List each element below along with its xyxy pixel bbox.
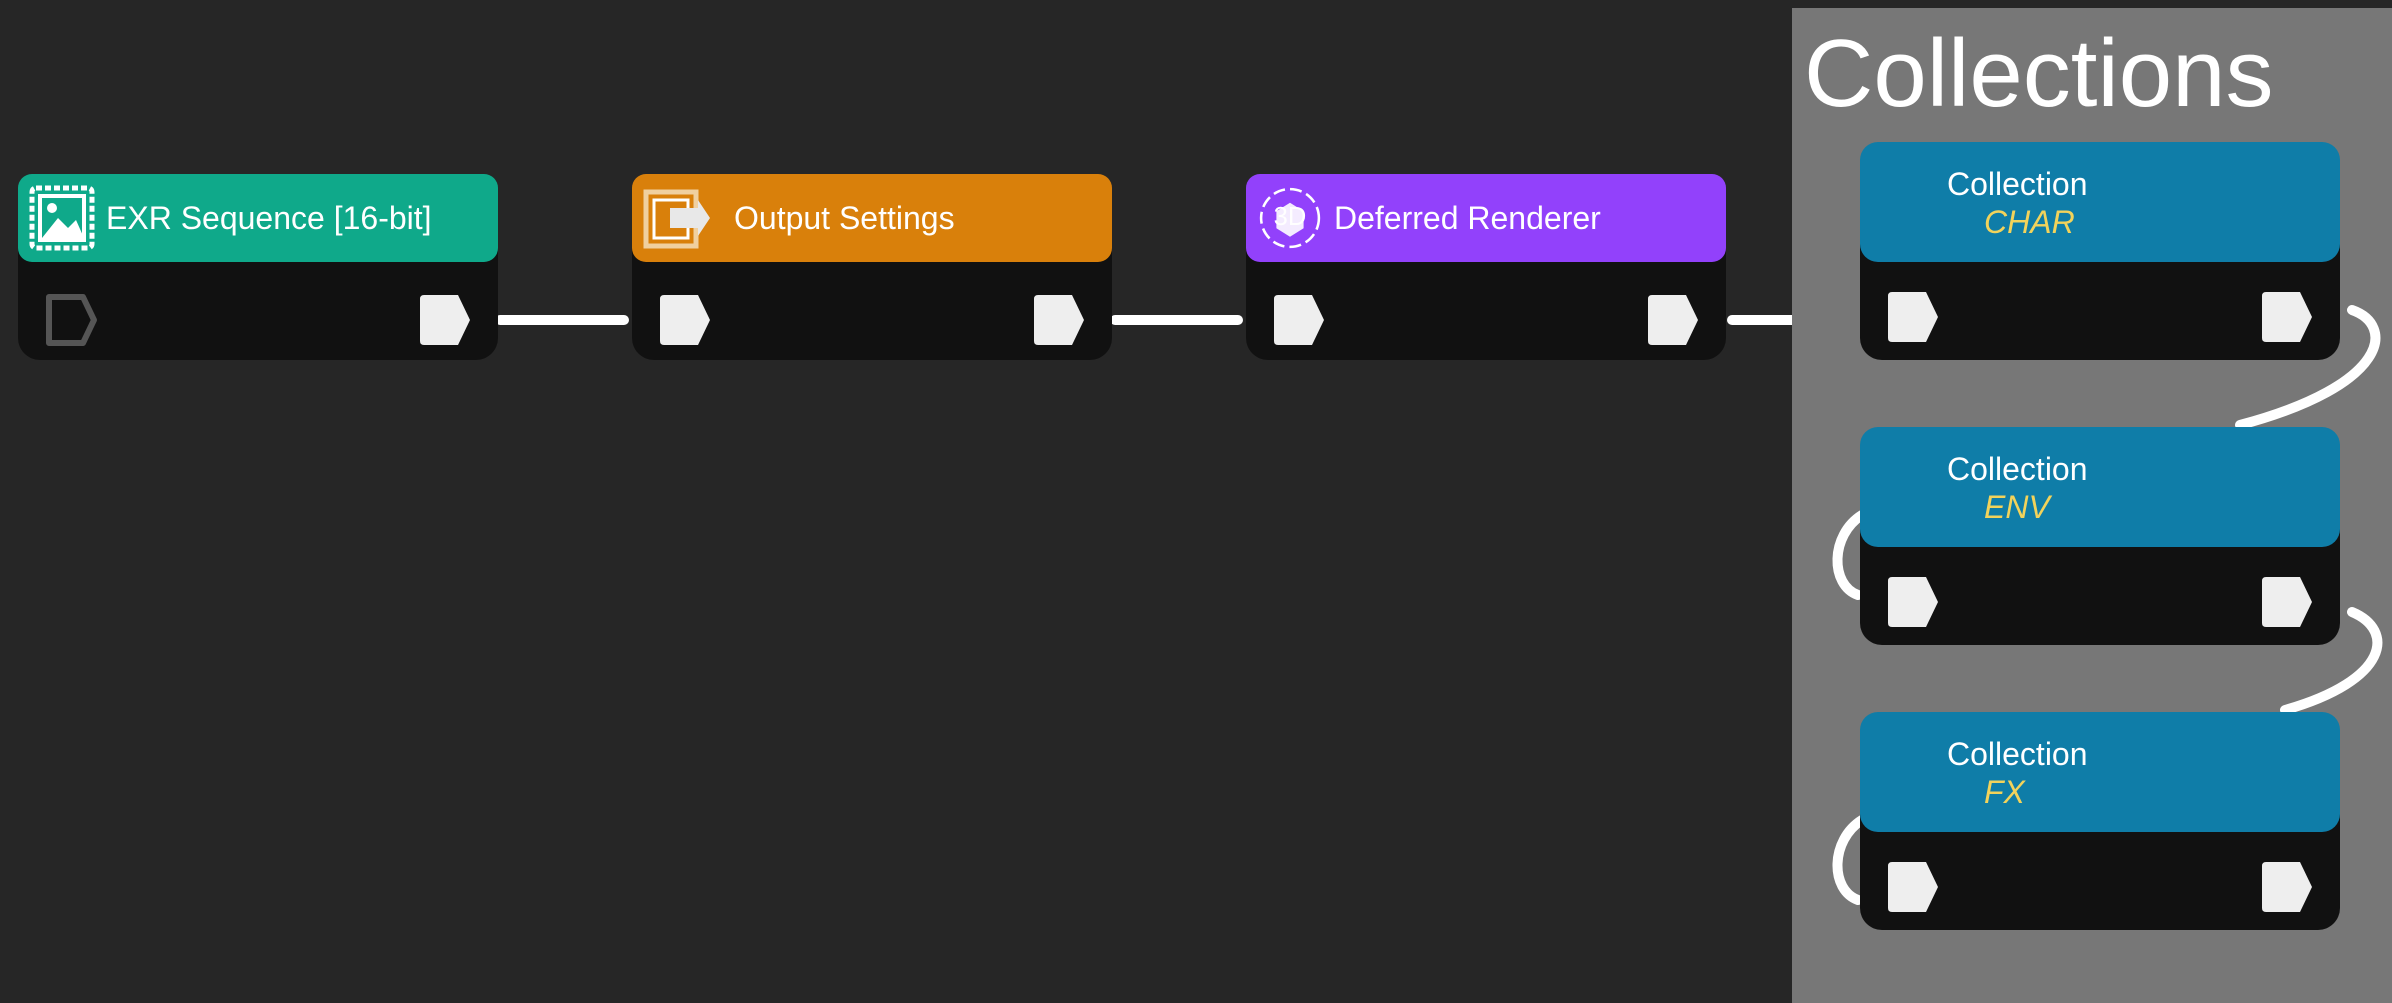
exr-sequence-input-port[interactable] <box>44 293 98 347</box>
collection-fx-input-port[interactable] <box>1886 860 1940 914</box>
collection-node-fx[interactable]: Collection FX <box>1860 712 2340 930</box>
deferred-renderer-input-port[interactable] <box>1272 293 1326 347</box>
image-icon <box>29 185 95 251</box>
collection-node-char-header[interactable]: Collection CHAR <box>1860 142 2340 262</box>
collection-label: Collection <box>1947 451 2088 487</box>
collection-char-input-port[interactable] <box>1886 290 1940 344</box>
collection-name: ENV <box>1984 489 2050 525</box>
collection-node-env-header[interactable]: Collection ENV <box>1860 427 2340 547</box>
collection-fx-output-port[interactable] <box>2260 860 2314 914</box>
deferred-renderer-node-header[interactable]: 3D Deferred Renderer <box>1246 174 1726 262</box>
deferred-renderer-node[interactable]: 3D Deferred Renderer <box>1246 174 1726 360</box>
collection-env-input-port[interactable] <box>1886 575 1940 629</box>
exr-sequence-node-header[interactable]: EXR Sequence [16-bit] <box>18 174 498 262</box>
collection-name: FX <box>1984 774 2025 810</box>
collection-label: Collection <box>1947 166 2088 202</box>
output-settings-node-header[interactable]: Output Settings <box>632 174 1112 262</box>
deferred-renderer-output-port[interactable] <box>1646 293 1700 347</box>
3d-icon-label: 3D <box>1274 203 1307 231</box>
output-settings-node[interactable]: Output Settings <box>632 174 1112 360</box>
collection-char-output-port[interactable] <box>2260 290 2314 344</box>
collection-name: CHAR <box>1984 204 2075 240</box>
collection-env-output-port[interactable] <box>2260 575 2314 629</box>
deferred-renderer-node-title: Deferred Renderer <box>1334 200 1601 236</box>
output-settings-input-port[interactable] <box>658 293 712 347</box>
exr-sequence-node[interactable]: EXR Sequence [16-bit] <box>18 174 498 360</box>
collection-node-fx-header[interactable]: Collection FX <box>1860 712 2340 832</box>
output-settings-node-title: Output Settings <box>734 200 955 236</box>
collection-label: Collection <box>1947 736 2088 772</box>
wire-env-loop-left <box>1832 510 1867 600</box>
exr-sequence-output-port[interactable] <box>418 293 472 347</box>
collection-node-env[interactable]: Collection ENV <box>1860 427 2340 645</box>
exr-sequence-node-title: EXR Sequence [16-bit] <box>106 200 432 236</box>
3d-render-icon: 3D <box>1259 187 1321 249</box>
wire-fx-loop-left <box>1832 815 1867 905</box>
output-arrow-icon <box>643 189 710 249</box>
output-settings-output-port[interactable] <box>1032 293 1086 347</box>
collection-node-char[interactable]: Collection CHAR <box>1860 142 2340 360</box>
